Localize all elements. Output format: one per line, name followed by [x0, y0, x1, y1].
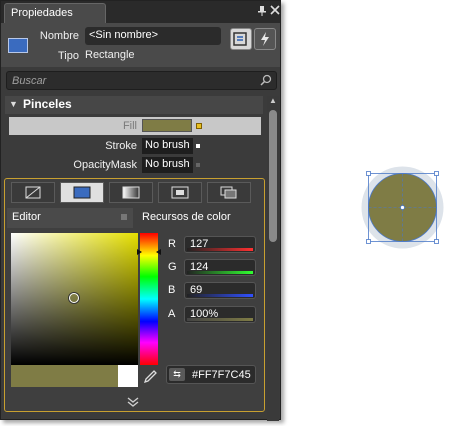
opacitymask-marker-icon[interactable]: [196, 163, 200, 167]
panel-titlebar: Propiedades: [1, 1, 280, 23]
handle-bottom-right[interactable]: [434, 239, 439, 244]
channel-g-gradient: [187, 271, 253, 274]
channel-g-input[interactable]: 124: [184, 259, 256, 276]
channel-g-label: G: [168, 261, 177, 273]
solid-brush-icon: [73, 186, 91, 199]
tab-editor-label: Editor: [12, 211, 41, 223]
stroke-marker-icon[interactable]: [196, 144, 200, 148]
properties-view-icon: [233, 32, 247, 46]
tab-properties[interactable]: Propiedades: [4, 3, 106, 23]
handle-bottom-left[interactable]: [366, 239, 371, 244]
tile-brush-icon: [171, 186, 189, 199]
no-brush-tab[interactable]: [11, 182, 55, 203]
stroke-label: Stroke: [105, 140, 137, 152]
hex-color-field[interactable]: ⇆ #FF7F7C45: [166, 365, 256, 384]
tile-brush-tab[interactable]: [158, 182, 202, 203]
handle-top-right[interactable]: [434, 171, 439, 176]
scrollbar[interactable]: ▲: [267, 96, 279, 421]
type-label: Tipo: [58, 50, 79, 62]
channel-b-gradient: [187, 294, 253, 297]
channel-a-label: A: [168, 308, 176, 320]
close-icon[interactable]: [269, 5, 281, 17]
solid-brush-tab[interactable]: [60, 182, 104, 203]
color-picker-area[interactable]: [11, 233, 138, 365]
opacitymask-value[interactable]: No brush: [142, 157, 193, 173]
events-view-button[interactable]: [254, 28, 276, 50]
channel-g[interactable]: G 124: [168, 259, 256, 276]
channel-b-input[interactable]: 69: [184, 282, 256, 299]
channel-r-gradient: [187, 248, 253, 251]
brush-type-tabs: [7, 182, 262, 204]
resource-brush-tab[interactable]: [207, 182, 251, 203]
channel-a-input[interactable]: 100%: [184, 306, 256, 323]
property-row-opacitymask[interactable]: OpacityMask No brush: [9, 156, 261, 174]
fill-label: Fill: [122, 120, 137, 132]
channel-r[interactable]: R 127: [168, 236, 256, 253]
eyedropper-icon[interactable]: [142, 369, 158, 385]
name-field[interactable]: <Sin nombre>: [85, 27, 221, 45]
type-value: Rectangle: [85, 49, 135, 61]
tab-color-resources[interactable]: Recursos de color: [137, 208, 236, 228]
object-header: Nombre <Sin nombre> Tipo Rectangle: [1, 23, 280, 67]
channel-r-input[interactable]: 127: [184, 236, 256, 253]
resource-brush-icon: [220, 186, 237, 199]
property-row-fill[interactable]: Fill: [9, 117, 261, 135]
gradient-brush-icon: [122, 186, 140, 199]
original-color-swatch: [118, 365, 138, 387]
section-title: Pinceles: [23, 97, 72, 111]
search-icon[interactable]: [260, 74, 272, 86]
no-brush-icon: [25, 186, 41, 199]
swap-colors-icon[interactable]: ⇆: [169, 368, 185, 381]
channel-b[interactable]: B 69: [168, 282, 256, 299]
search-box[interactable]: Buscar: [6, 71, 277, 90]
gradient-brush-tab[interactable]: [109, 182, 153, 203]
hue-marker-icon[interactable]: [137, 249, 161, 255]
lightning-icon: [261, 32, 269, 46]
fill-swatch[interactable]: [142, 119, 192, 132]
color-selector-handle[interactable]: [69, 293, 79, 303]
channel-b-label: B: [168, 284, 176, 296]
brushes-section-header[interactable]: ▼ Pinceles: [5, 96, 263, 114]
channel-a[interactable]: A 100%: [168, 306, 256, 323]
hue-slider[interactable]: [137, 233, 161, 365]
hex-value[interactable]: #FF7F7C45: [192, 369, 251, 381]
artboard-rectangle[interactable]: [360, 165, 445, 250]
current-color-swatch: [11, 365, 118, 387]
name-label: Nombre: [39, 30, 79, 42]
tab-editor[interactable]: Editor: [7, 208, 133, 228]
center-handle[interactable]: [400, 205, 405, 210]
expand-chevron-icon[interactable]: [127, 397, 139, 410]
channel-r-label: R: [168, 238, 176, 250]
stroke-value[interactable]: No brush: [142, 138, 193, 154]
search-placeholder: Buscar: [12, 75, 47, 87]
scroll-up-icon[interactable]: ▲: [267, 96, 279, 106]
brush-editor: Editor Recursos de color R 127 G 124 B 6…: [4, 178, 265, 412]
properties-panel: Propiedades Nombre <Sin nombre> Tipo Rec…: [0, 0, 281, 421]
fill-marker-icon[interactable]: [196, 123, 202, 129]
tab-editor-marker-icon: [121, 214, 127, 220]
opacitymask-label: OpacityMask: [73, 159, 137, 171]
collapse-triangle-icon[interactable]: ▼: [9, 99, 18, 109]
rectangle-object-icon: [8, 38, 28, 53]
scroll-thumb[interactable]: [269, 110, 277, 242]
channel-a-gradient: [187, 318, 253, 321]
property-row-stroke[interactable]: Stroke No brush: [9, 137, 261, 155]
handle-top-left[interactable]: [366, 171, 371, 176]
pin-icon[interactable]: [256, 5, 268, 17]
editor-subtabs: Editor Recursos de color: [7, 208, 262, 228]
properties-view-button[interactable]: [230, 28, 252, 50]
